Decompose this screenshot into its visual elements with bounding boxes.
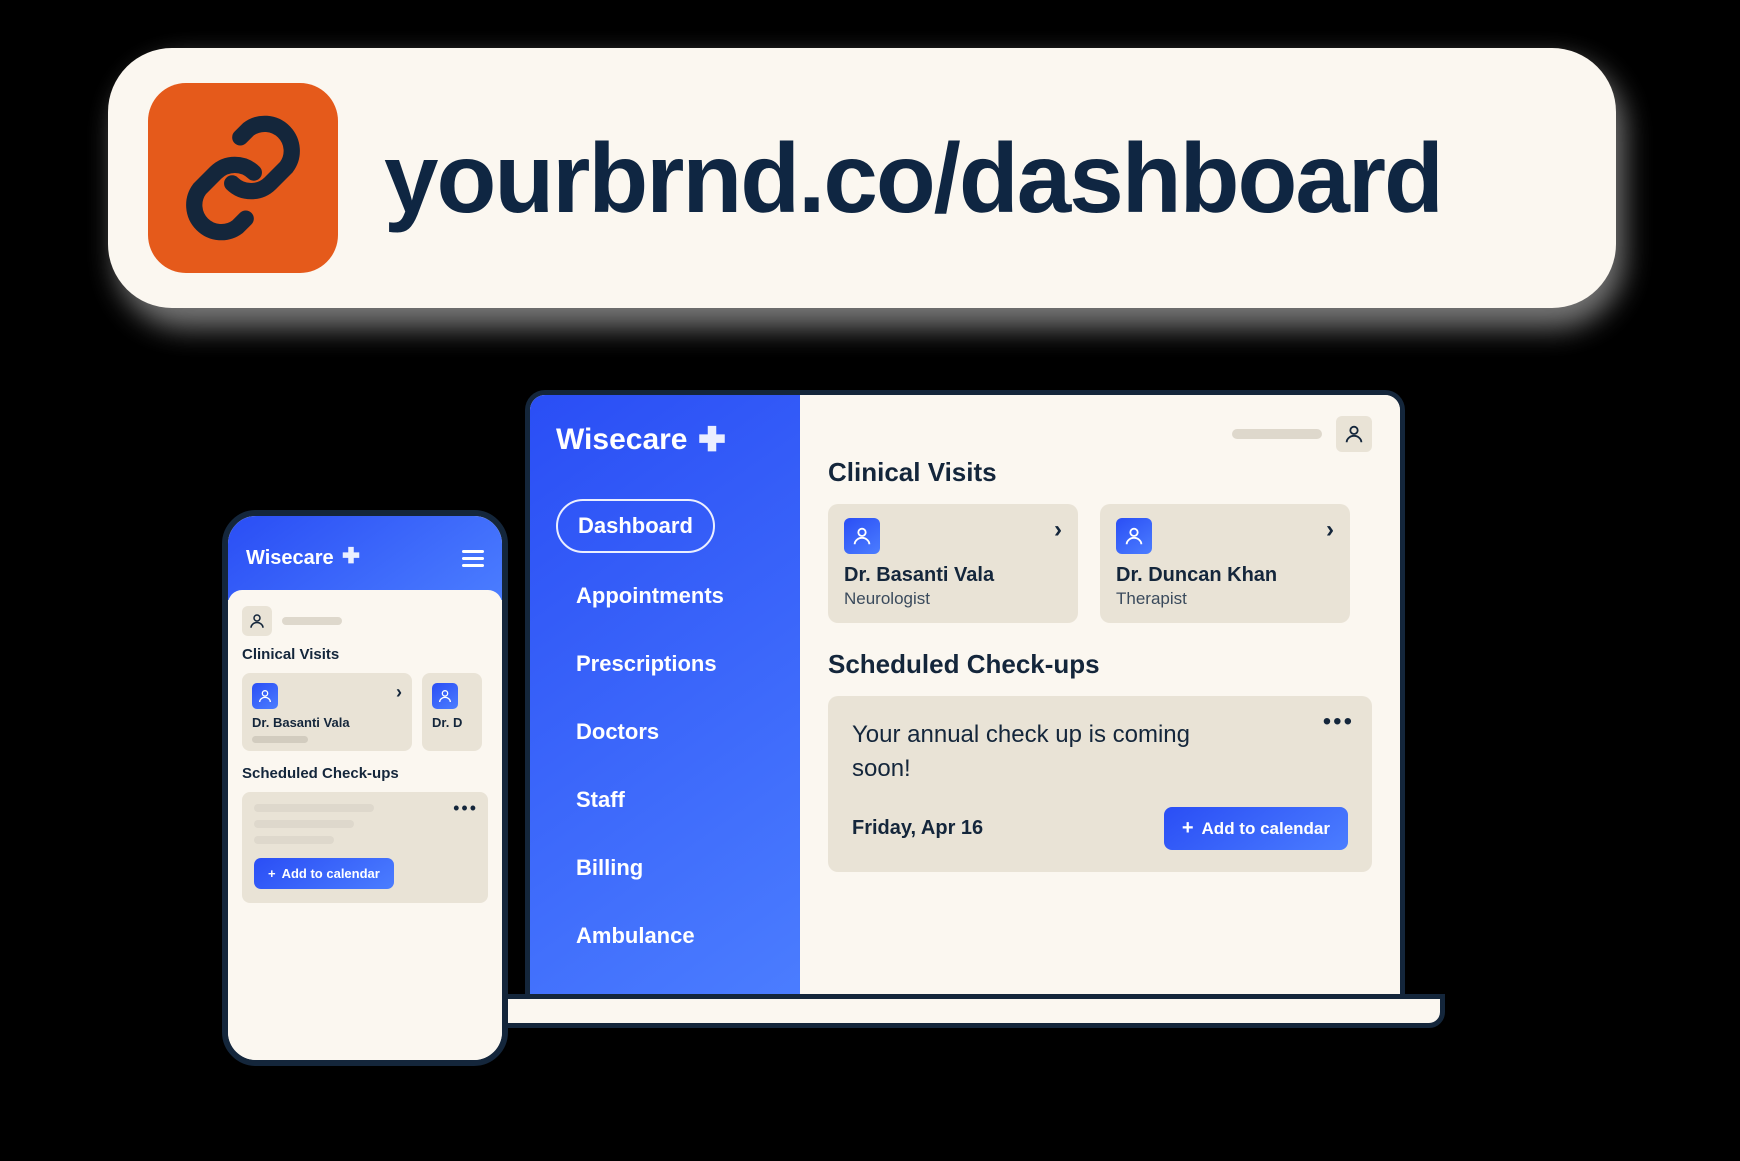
visit-card[interactable]: › Dr. Basanti Vala xyxy=(242,673,412,751)
nav-item-billing[interactable]: Billing xyxy=(556,843,778,893)
visit-card[interactable]: Dr. D xyxy=(422,673,482,751)
person-icon xyxy=(1116,518,1152,554)
checkup-card: ••• + Add to calendar xyxy=(242,792,488,903)
nav-item-doctors[interactable]: Doctors xyxy=(556,707,778,757)
skeleton-line xyxy=(254,820,354,828)
more-icon[interactable]: ••• xyxy=(1323,708,1354,736)
add-to-calendar-label: Add to calendar xyxy=(1202,819,1330,839)
section-title-visits: Clinical Visits xyxy=(242,646,488,663)
brand-name: Wisecare xyxy=(556,423,687,457)
laptop-mockup: Wisecare Dashboard Appointments Prescrip… xyxy=(485,390,1445,1050)
checkup-card: ••• Your annual check up is coming soon!… xyxy=(828,696,1372,872)
visit-card[interactable]: › Dr. Basanti Vala Neurologist xyxy=(828,504,1078,623)
add-to-calendar-button[interactable]: + Add to calendar xyxy=(254,858,394,889)
avatar[interactable] xyxy=(242,606,272,636)
link-icon xyxy=(148,83,338,273)
phone-mockup: Wisecare Clinical Visits xyxy=(222,510,508,1066)
visit-role: Neurologist xyxy=(844,589,1062,609)
brand: Wisecare xyxy=(246,545,362,572)
visit-role: Therapist xyxy=(1116,589,1334,609)
laptop-screen: Wisecare Dashboard Appointments Prescrip… xyxy=(525,390,1405,1000)
phone-header: Wisecare xyxy=(228,516,502,600)
visit-name: Dr. D xyxy=(432,715,472,730)
add-to-calendar-label: Add to calendar xyxy=(282,866,380,881)
chevron-right-icon: › xyxy=(1326,518,1334,542)
avatar[interactable] xyxy=(1336,416,1372,452)
chevron-right-icon: › xyxy=(396,683,402,701)
chevron-right-icon: › xyxy=(1054,518,1062,542)
visit-name: Dr. Basanti Vala xyxy=(844,564,1062,587)
nav-item-ambulance[interactable]: Ambulance xyxy=(556,911,778,961)
main-panel: Clinical Visits › Dr. Basanti Vala Neuro… xyxy=(800,395,1400,1000)
skeleton-line xyxy=(252,736,308,743)
skeleton-line xyxy=(254,804,374,812)
nav-item-appointments[interactable]: Appointments xyxy=(556,571,778,621)
topbar-skeleton xyxy=(1232,429,1322,439)
person-icon xyxy=(252,683,278,709)
hamburger-icon[interactable] xyxy=(462,550,484,567)
visit-name: Dr. Duncan Khan xyxy=(1116,564,1334,587)
topbar xyxy=(828,419,1372,449)
more-icon[interactable]: ••• xyxy=(453,798,478,819)
visits-row: › Dr. Basanti Vala Dr. D xyxy=(242,673,488,751)
visit-name: Dr. Basanti Vala xyxy=(252,715,402,730)
checkup-message: Your annual check up is coming soon! xyxy=(852,718,1192,785)
brand-mark-icon xyxy=(695,423,729,457)
plus-icon: + xyxy=(1182,817,1194,840)
sidebar: Wisecare Dashboard Appointments Prescrip… xyxy=(530,395,800,1000)
laptop-base xyxy=(485,994,1445,1028)
nav-item-staff[interactable]: Staff xyxy=(556,775,778,825)
visits-row: › Dr. Basanti Vala Neurologist › Dr. Dun… xyxy=(828,504,1372,623)
plus-icon: + xyxy=(268,866,276,881)
skeleton-line xyxy=(254,836,334,844)
checkup-date: Friday, Apr 16 xyxy=(852,817,983,840)
skeleton-line xyxy=(282,617,342,625)
person-icon xyxy=(844,518,880,554)
section-title-checkups: Scheduled Check-ups xyxy=(242,765,488,782)
nav-item-dashboard[interactable]: Dashboard xyxy=(556,499,715,553)
phone-body: Clinical Visits › Dr. Basanti Vala xyxy=(228,590,502,1060)
brand-name: Wisecare xyxy=(246,547,334,570)
person-icon xyxy=(432,683,458,709)
url-pill: yourbrnd.co/dashboard xyxy=(108,48,1616,308)
section-title-visits: Clinical Visits xyxy=(828,457,1372,488)
brand: Wisecare xyxy=(556,423,778,457)
visit-card[interactable]: › Dr. Duncan Khan Therapist xyxy=(1100,504,1350,623)
section-title-checkups: Scheduled Check-ups xyxy=(828,649,1372,680)
nav-item-prescriptions[interactable]: Prescriptions xyxy=(556,639,778,689)
brand-mark-icon xyxy=(340,545,362,572)
url-text: yourbrnd.co/dashboard xyxy=(384,122,1442,235)
add-to-calendar-button[interactable]: + Add to calendar xyxy=(1164,807,1348,850)
